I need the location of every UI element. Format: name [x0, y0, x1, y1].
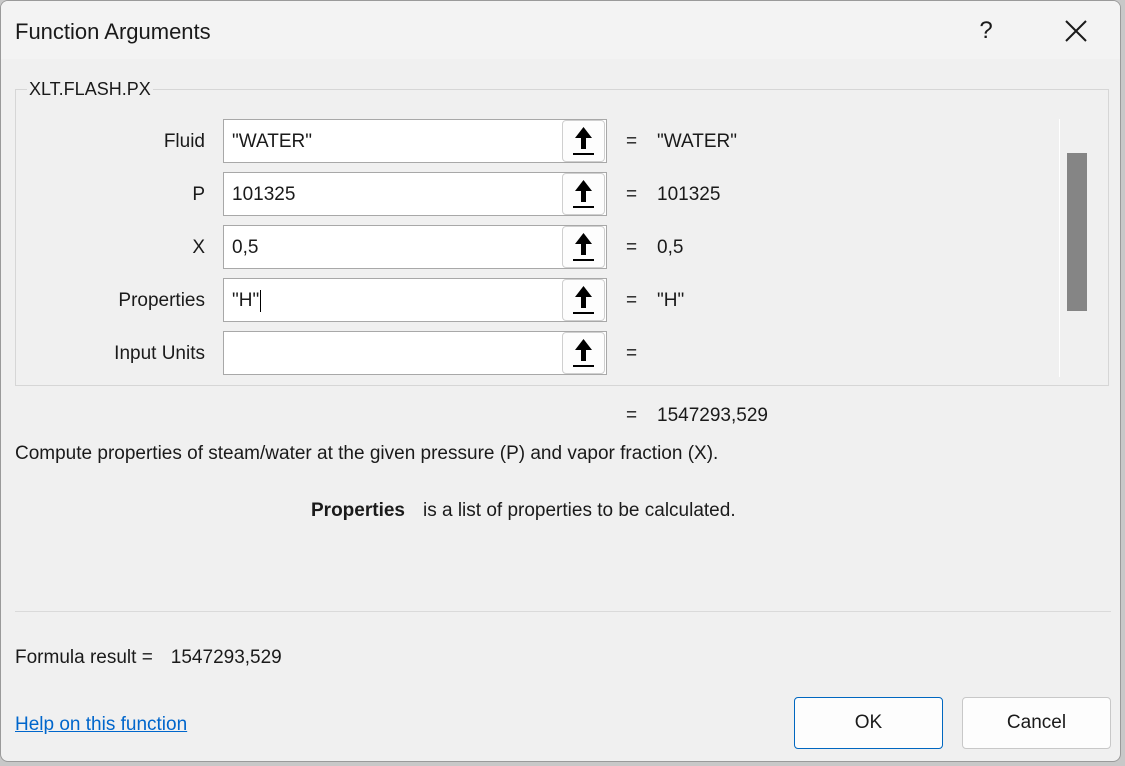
arrow-up-icon — [573, 286, 594, 314]
argument-equals: = — [626, 290, 638, 311]
argument-input[interactable]: "WATER" — [223, 119, 607, 163]
argument-help-name: Properties — [311, 500, 405, 521]
collapse-dialog-button[interactable] — [562, 332, 605, 374]
argument-evaluated-value: "WATER" — [657, 131, 737, 152]
argument-label: Properties — [118, 290, 205, 311]
argument-equals: = — [626, 237, 638, 258]
argument-evaluated-value: "H" — [657, 290, 685, 311]
argument-evaluated-value: 0,5 — [657, 237, 684, 258]
help-button[interactable]: ? — [969, 13, 1003, 49]
function-name: XLT.FLASH.PX — [27, 79, 153, 100]
argument-evaluated-value: 101325 — [657, 184, 721, 205]
collapse-dialog-button[interactable] — [562, 173, 605, 215]
collapse-dialog-button[interactable] — [562, 120, 605, 162]
argument-label: X — [192, 237, 205, 258]
argument-row: P 101325 = 101325 — [1, 172, 1001, 218]
collapse-dialog-button[interactable] — [562, 226, 605, 268]
argument-row: Fluid "WATER" = "WATER" — [1, 119, 1001, 165]
argument-help-text: is a list of properties to be calculated… — [422, 500, 736, 521]
argument-input-value: 0,5 — [232, 237, 259, 258]
argument-input[interactable]: 101325 — [223, 172, 607, 216]
argument-label: Input Units — [114, 343, 205, 364]
argument-input-value: "WATER" — [232, 131, 312, 152]
text-cursor — [260, 290, 262, 312]
cancel-button[interactable]: Cancel — [962, 697, 1111, 749]
divider — [15, 611, 1111, 612]
arrow-up-icon — [573, 233, 594, 261]
result-preview: 1547293,529 — [657, 405, 768, 426]
arrow-up-icon — [573, 180, 594, 208]
dialog-title: Function Arguments — [15, 19, 211, 44]
help-on-function-link[interactable]: Help on this function — [15, 714, 187, 736]
argument-row: Properties "H" = "H" — [1, 278, 1001, 324]
function-arguments-dialog: Function Arguments ? XLT.FLASH.PX Fluid "… — [0, 0, 1121, 762]
scrollbar-track[interactable] — [1059, 119, 1060, 377]
title-bar: Function Arguments ? — [1, 1, 1120, 59]
function-description: Compute properties of steam/water at the… — [15, 443, 719, 464]
argument-help: Properties is a list of properties to be … — [311, 500, 736, 522]
argument-row: Input Units = — [1, 331, 1001, 377]
arrow-up-icon — [573, 127, 594, 155]
argument-input-value: 101325 — [232, 184, 296, 205]
argument-equals: = — [626, 184, 638, 205]
argument-input[interactable]: "H" — [223, 278, 607, 322]
formula-result-label: Formula result = — [15, 647, 153, 668]
close-icon — [1065, 20, 1087, 42]
argument-equals: = — [626, 343, 638, 364]
result-equals: = — [626, 405, 638, 426]
scrollbar-thumb[interactable] — [1067, 153, 1087, 311]
argument-input-value: "H" — [232, 290, 260, 312]
close-button[interactable] — [1056, 13, 1096, 49]
arrow-up-icon — [573, 339, 594, 367]
argument-label: Fluid — [163, 131, 205, 152]
formula-result: Formula result = 1547293,529 — [15, 647, 282, 669]
argument-input[interactable]: 0,5 — [223, 225, 607, 269]
argument-equals: = — [626, 131, 638, 152]
argument-label: P — [192, 184, 205, 205]
ok-button[interactable]: OK — [794, 697, 943, 749]
formula-result-value: 1547293,529 — [170, 647, 282, 668]
argument-input[interactable] — [223, 331, 607, 375]
collapse-dialog-button[interactable] — [562, 279, 605, 321]
argument-row: X 0,5 = 0,5 — [1, 225, 1001, 271]
